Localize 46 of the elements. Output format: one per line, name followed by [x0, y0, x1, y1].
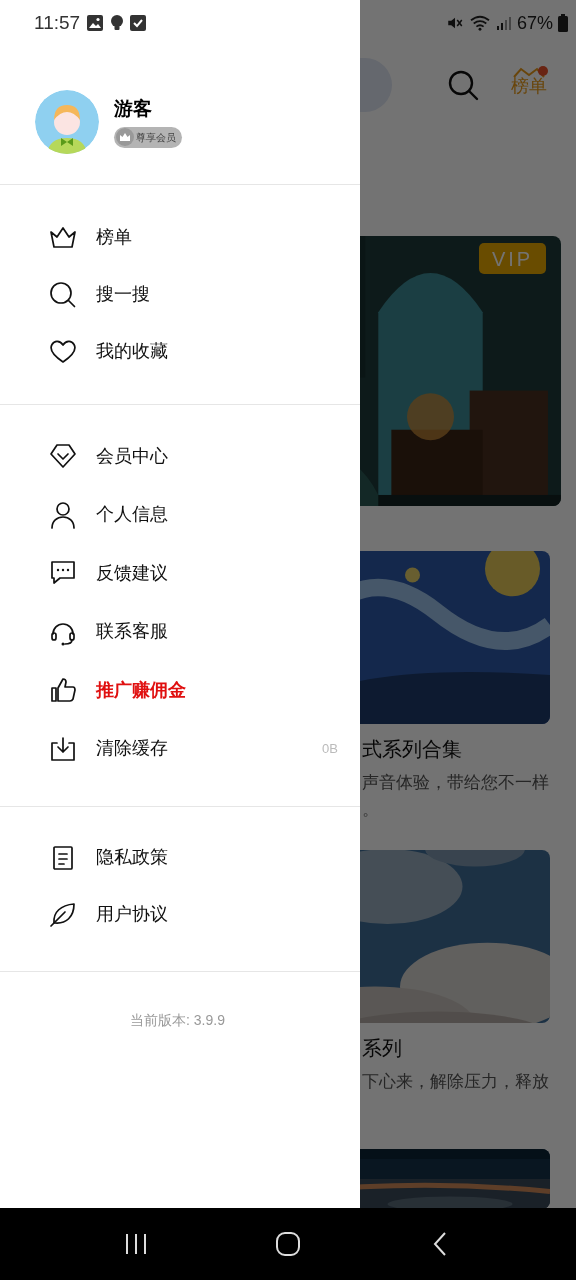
- menu-item[interactable]: 推广赚佣金: [0, 661, 360, 720]
- card-description: 声音体验，带给您不一样: [362, 772, 549, 794]
- menu-item[interactable]: 会员中心: [0, 427, 360, 486]
- menu-item[interactable]: 搜一搜: [0, 266, 360, 323]
- person-icon: [50, 500, 76, 529]
- search-icon: [49, 280, 77, 309]
- menu-item[interactable]: 隐私政策: [0, 829, 360, 886]
- menu-item[interactable]: 榜单: [0, 209, 360, 266]
- signal-icon: [495, 15, 512, 31]
- diamond-icon: [49, 443, 77, 470]
- crown-icon: [512, 66, 546, 78]
- thumbs-up-icon: [49, 676, 77, 705]
- status-time: 11:57: [34, 10, 81, 35]
- bulb-icon: [110, 14, 125, 32]
- checkbox-icon: [130, 15, 147, 31]
- menu-item[interactable]: 反馈建议: [0, 544, 360, 603]
- leaf-icon: [49, 901, 77, 928]
- menu-item[interactable]: 清除缓存 0B: [0, 719, 360, 778]
- member-badge: 尊享会员: [114, 126, 182, 148]
- home-icon: [275, 1231, 301, 1257]
- menu-item[interactable]: 联系客服: [0, 602, 360, 661]
- menu-item[interactable]: 个人信息: [0, 485, 360, 544]
- card-title: 系列: [362, 1036, 402, 1061]
- heart-icon: [49, 338, 77, 365]
- battery-percentage: 67%: [516, 11, 553, 35]
- cache-size: 0B: [322, 740, 338, 758]
- chat-icon: [49, 560, 77, 587]
- image-icon: [86, 14, 105, 32]
- version-text: 当前版本: 3.9.9: [129, 1011, 226, 1030]
- menu-item[interactable]: 我的收藏: [0, 323, 360, 380]
- card-title: 式系列合集: [362, 737, 462, 762]
- battery-icon: [558, 14, 568, 32]
- back-icon: [432, 1231, 448, 1257]
- search-button[interactable]: [446, 68, 480, 102]
- crown-icon: [116, 128, 134, 146]
- vip-badge: VIP: [479, 243, 546, 274]
- menu-item[interactable]: 用户协议: [0, 886, 360, 943]
- recent-apps-icon: [124, 1233, 148, 1255]
- document-icon: [52, 844, 74, 871]
- download-icon: [49, 734, 77, 763]
- user-name: 游客: [114, 96, 153, 121]
- wifi-icon: [468, 14, 491, 32]
- search-icon: [446, 68, 480, 102]
- card-description: 下心来，解除压力，释放: [362, 1071, 549, 1093]
- crown-icon: [49, 224, 77, 251]
- card-description: 。: [362, 799, 379, 821]
